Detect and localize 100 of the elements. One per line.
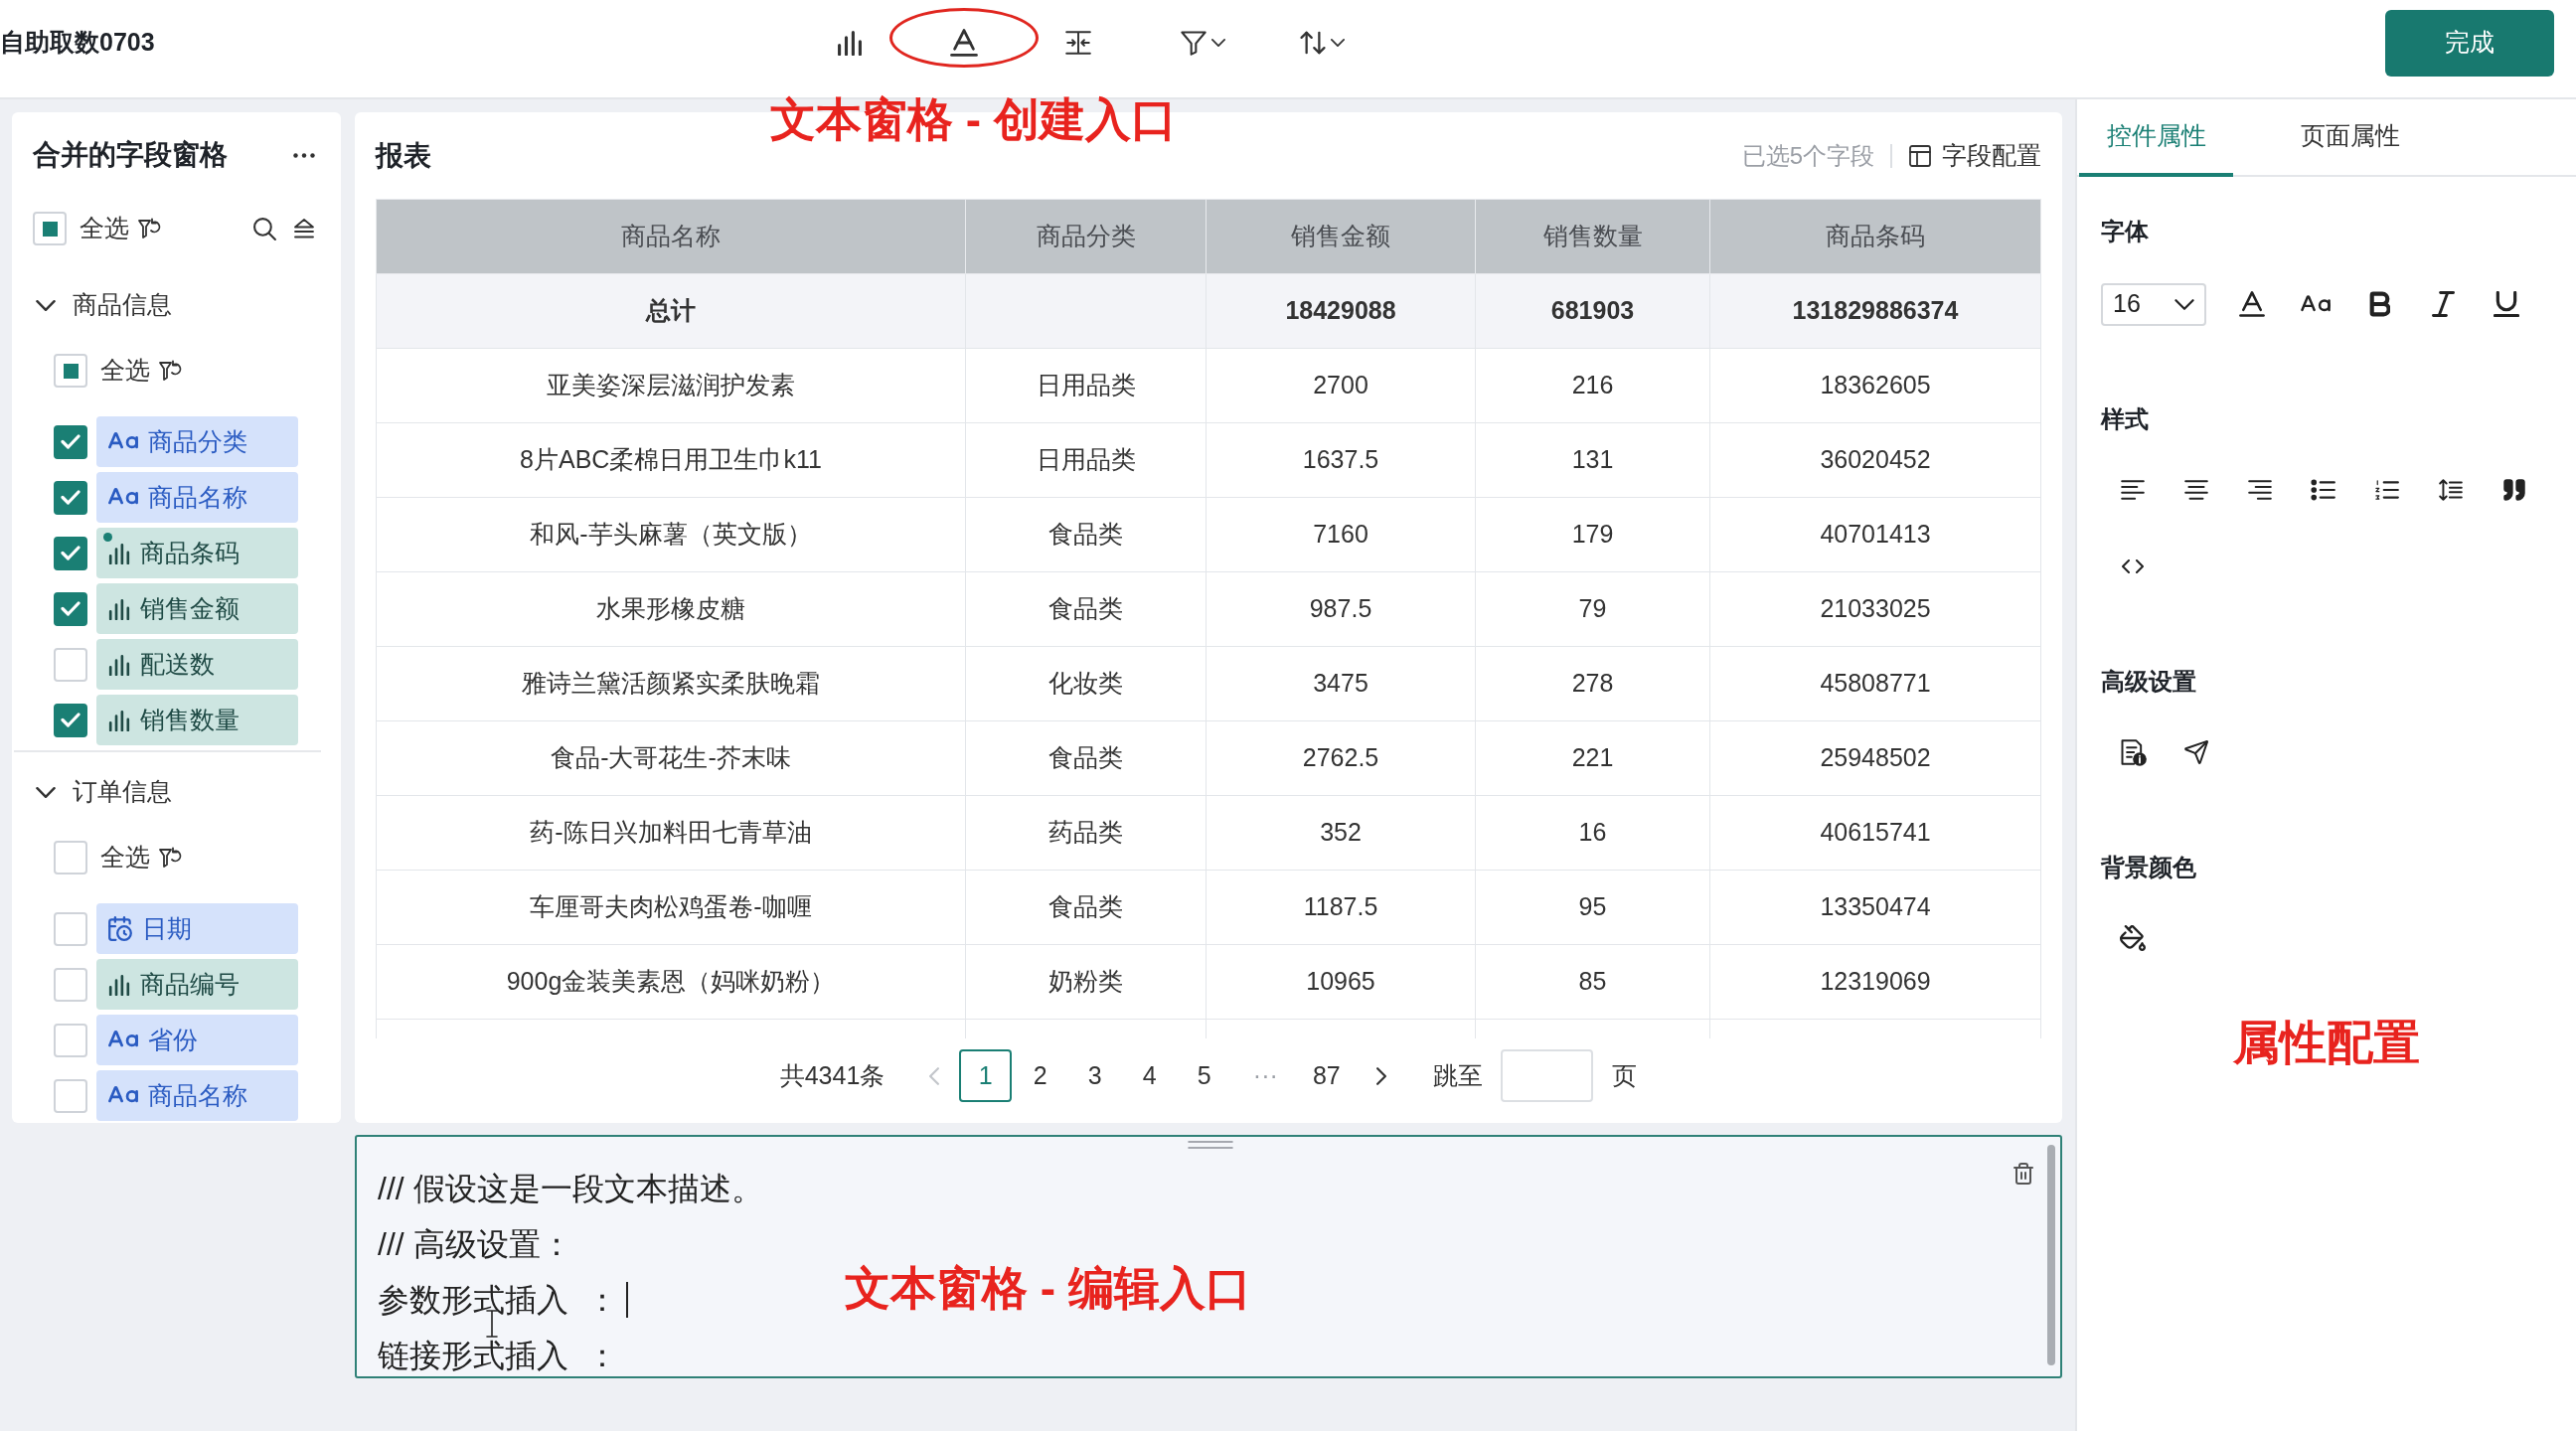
field-chip[interactable]: 商品编号	[96, 959, 298, 1010]
field-chip[interactable]: 配送数	[96, 639, 298, 690]
funnel-arrow-icon	[158, 360, 182, 382]
group-header[interactable]: 订单信息	[33, 767, 321, 817]
page-button[interactable]: 2	[1014, 1049, 1067, 1102]
table-cell: 21033025	[1709, 571, 2041, 647]
total-cell: 681903	[1475, 273, 1710, 349]
group-header[interactable]: 商品信息	[33, 280, 321, 330]
checkbox[interactable]	[54, 480, 87, 515]
table-cell: 216	[1475, 348, 1710, 423]
table-cell: 亚美姿深层滋润护发素	[376, 348, 966, 423]
selected-fields-count: 已选5个字段	[1741, 140, 1874, 171]
page-button[interactable]: 87	[1300, 1049, 1354, 1102]
field-chip[interactable]: 商品分类	[96, 416, 298, 467]
field-chip[interactable]: 销售数量	[96, 695, 298, 745]
table-cell: 25948502	[1709, 720, 2041, 796]
field-config-button[interactable]: 字段配置	[1908, 136, 2041, 175]
text-line: /// 高级设置：	[378, 1225, 572, 1264]
tab[interactable]: 控件属性	[2079, 99, 2233, 177]
pane-title: 合并的字段窗格	[33, 138, 228, 172]
chevron-down-icon	[36, 299, 56, 311]
checkbox[interactable]	[54, 703, 87, 737]
checkbox[interactable]	[54, 536, 87, 570]
funnel-arrow-icon	[137, 218, 161, 239]
scrollbar[interactable]	[2047, 1145, 2055, 1365]
table-cell: 8片ABC柔棉日用卫生巾k11	[376, 422, 966, 498]
table-cell: 食品类	[965, 497, 1207, 572]
funnel-arrow-icon	[158, 847, 182, 869]
field-chip[interactable]: 商品条码	[96, 528, 298, 578]
page-jump-field[interactable]	[1501, 1049, 1594, 1102]
select-all-label: 全选	[100, 355, 150, 387]
search-icon	[251, 216, 277, 241]
section-title: 字体	[2101, 217, 2150, 246]
tab[interactable]: 页面属性	[2273, 99, 2427, 177]
bar-chart-icon	[837, 30, 863, 56]
annotation-text: 属性配置	[2233, 1015, 2420, 1070]
table-cell: 40701413	[1709, 497, 2041, 572]
delete-button[interactable]	[2011, 1161, 2036, 1187]
annotation-text: 文本窗格 - 创建入口	[770, 92, 1177, 147]
calendar-clock-icon	[108, 916, 132, 941]
quote-icon	[2503, 479, 2525, 501]
bold-icon	[2368, 291, 2390, 317]
checkbox[interactable]	[54, 591, 87, 626]
table-cell: 278	[1475, 646, 1710, 721]
text-editor[interactable]: /// 假设这是一段文本描述。 /// 高级设置： 参数形式插入 ： 链接形式插入 ： 文本窗格 - 编辑入口	[355, 1135, 2062, 1378]
table-cell: 奶粉类	[965, 944, 1207, 1020]
font-color-icon	[2239, 291, 2265, 317]
table-cell: 16	[1475, 795, 1710, 871]
done-button[interactable]: 完成	[2385, 9, 2554, 77]
document-title: 自助取数0703	[0, 27, 155, 59]
field-chip[interactable]: 日期	[96, 903, 298, 954]
checkbox[interactable]	[54, 424, 87, 459]
field-chip[interactable]: 省份	[96, 1015, 298, 1065]
paint-bucket-icon	[2120, 925, 2146, 951]
partial-check-icon	[63, 363, 79, 379]
bar-chart-icon	[108, 653, 130, 676]
table-cell: 12319069	[1709, 944, 2041, 1020]
bullet-list-icon	[2311, 479, 2336, 501]
total-count: 共4341条	[779, 1059, 886, 1091]
table-cell: 221	[1475, 720, 1710, 796]
field-chip[interactable]: 商品名称	[96, 1070, 298, 1121]
align-center-icon	[2183, 479, 2209, 501]
check-icon	[61, 490, 80, 505]
chevron-down-icon	[36, 786, 56, 798]
table-cell: 95	[1475, 870, 1710, 945]
page-unit-label: 页	[1612, 1059, 1638, 1091]
insert-icon	[1064, 30, 1092, 56]
bar-chart-icon	[108, 973, 130, 996]
chevron-left-icon	[929, 1066, 940, 1085]
table-cell: 85	[1475, 944, 1710, 1020]
bar-chart-icon	[108, 542, 130, 564]
check-icon	[61, 434, 80, 449]
more-icon	[293, 152, 315, 158]
letters-aa-icon	[108, 1031, 138, 1049]
table-cell: 2700	[1206, 348, 1476, 423]
drag-handle-icon	[1188, 1141, 1233, 1149]
table-cell: 水果形橡皮糖	[376, 571, 966, 647]
table-cell: 药-陈日兴加料田七青草油	[376, 795, 966, 871]
table-cell: 药品类	[965, 795, 1207, 871]
table-cell: 化妆类	[965, 646, 1207, 721]
table-cell: 1637.5	[1206, 422, 1476, 498]
font-size-select[interactable]: 16	[2101, 282, 2206, 326]
total-cell: 131829886374	[1709, 273, 2041, 349]
page-button[interactable]: 3	[1068, 1049, 1122, 1102]
page-button[interactable]: 5	[1178, 1049, 1231, 1102]
panel-icon	[1908, 143, 1932, 168]
annotation-text: 文本窗格 - 编辑入口	[845, 1261, 1251, 1316]
table-cell: 日用品类	[965, 422, 1207, 498]
page-button[interactable]: 4	[1123, 1049, 1177, 1102]
field-chip[interactable]: 商品名称	[96, 472, 298, 523]
text-line: /// 假设这是一段文本描述。	[378, 1170, 763, 1208]
page-button[interactable]: 1	[959, 1049, 1013, 1102]
table-cell: 日用品类	[965, 348, 1207, 423]
table-cell: 2762.5	[1206, 720, 1476, 796]
table-cell: 雅诗兰黛活颜紧实柔肤晚霜	[376, 646, 966, 721]
font-case-icon	[2301, 294, 2331, 314]
field-chip[interactable]: 销售金额	[96, 583, 298, 634]
select-all-label: 全选	[80, 213, 129, 244]
table-cell: 13350474	[1709, 870, 2041, 945]
collapse-icon	[292, 218, 316, 239]
